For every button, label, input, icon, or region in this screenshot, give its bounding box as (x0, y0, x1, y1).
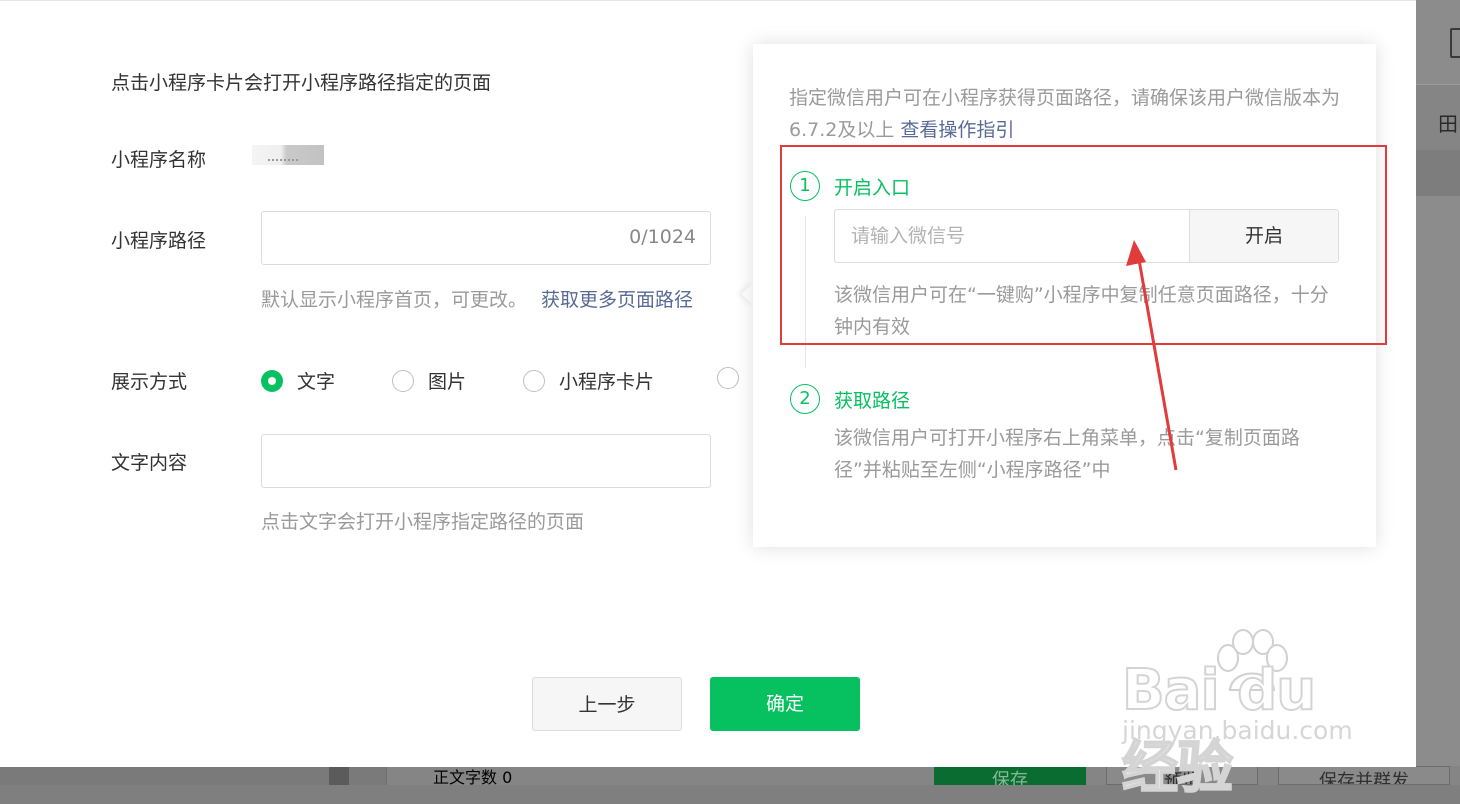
watermark-url: jingyan.baidu.com (1122, 716, 1353, 745)
baidu-jingyan-watermark: Bai du 经验 jingyan.baidu.com (1118, 628, 1388, 802)
